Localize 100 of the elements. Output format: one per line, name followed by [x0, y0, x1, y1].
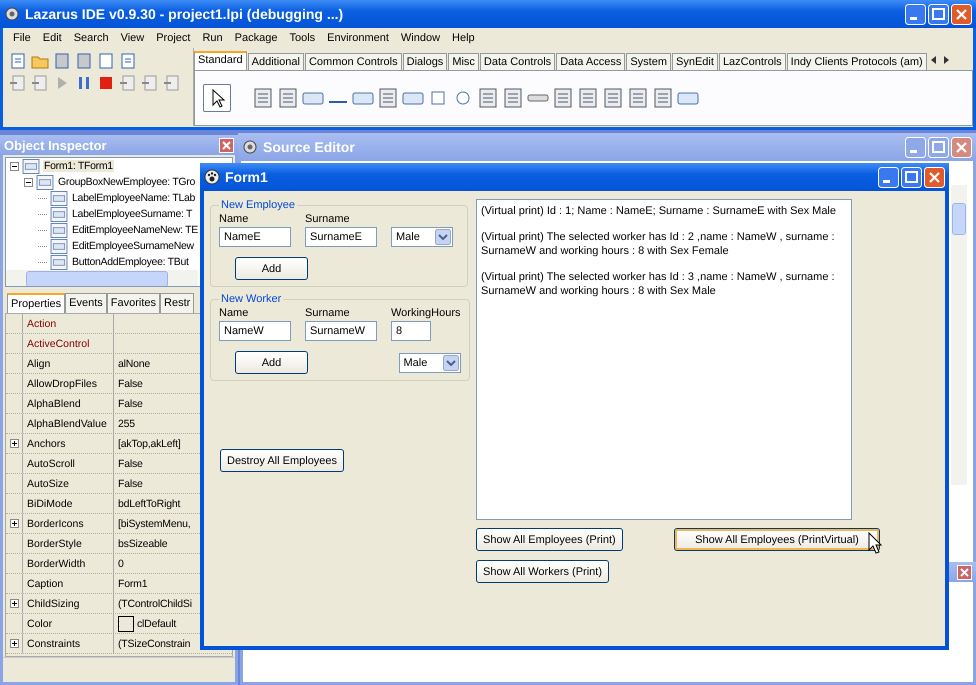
stop-icon[interactable]: [97, 74, 115, 92]
component-icon[interactable]: [577, 87, 599, 109]
component-icon[interactable]: [502, 87, 524, 109]
menu-item[interactable]: Tools: [283, 32, 322, 44]
palette-tab[interactable]: Standard: [194, 51, 247, 70]
show-button[interactable]: Show All Workers (Print): [476, 560, 609, 583]
document-icon[interactable]: [141, 74, 159, 92]
close-button[interactable]: [924, 166, 945, 188]
tree-item[interactable]: LabelEmployeeSurname: T: [71, 208, 194, 220]
palette-tab[interactable]: Data Controls: [480, 53, 556, 70]
menu-item[interactable]: Window: [394, 32, 446, 44]
name-field[interactable]: NameE: [219, 227, 291, 247]
group-title: New Worker: [220, 293, 282, 305]
collapse-icon[interactable]: [24, 178, 33, 186]
document-icon[interactable]: [97, 52, 115, 70]
menu-item[interactable]: File: [7, 32, 37, 44]
tree-item[interactable]: EditEmployeeNameNew: TE: [71, 224, 199, 236]
window-icon: [50, 222, 68, 238]
tree-item[interactable]: GroupBoxNewEmployee: TGro: [57, 176, 196, 188]
minimize-button[interactable]: [905, 4, 926, 24]
maximize-button[interactable]: [928, 4, 949, 24]
minimize-button[interactable]: [878, 166, 899, 188]
mouse-cursor-icon: [868, 532, 882, 554]
expand-icon[interactable]: [10, 519, 18, 528]
component-icon[interactable]: [477, 87, 499, 109]
inspector-tab[interactable]: Events: [65, 293, 107, 313]
scrollbar[interactable]: [951, 185, 967, 485]
component-icon[interactable]: [652, 87, 674, 109]
sex-dropdown[interactable]: Male: [398, 352, 460, 372]
property-value: clDefault: [137, 618, 176, 630]
component-icon[interactable]: [602, 87, 624, 109]
window-icon: [36, 174, 54, 190]
menu-item[interactable]: Search: [68, 32, 115, 44]
paw-icon: [204, 169, 220, 185]
cursor-icon[interactable]: [203, 84, 231, 112]
hours-field[interactable]: 8: [391, 321, 431, 341]
tree-item[interactable]: EditEmployeeSurnameNew: [71, 240, 195, 252]
component-icon[interactable]: [627, 87, 649, 109]
document-icon[interactable]: [9, 52, 27, 70]
menu-item[interactable]: Run: [196, 32, 229, 44]
surname-field[interactable]: SurnameE: [305, 227, 377, 247]
menu-item[interactable]: Help: [446, 32, 481, 44]
palette-tab[interactable]: Data Access: [556, 53, 626, 70]
property-name: Color: [27, 618, 52, 630]
property-name: AutoScroll: [27, 458, 75, 470]
field-label: WorkingHours: [391, 307, 460, 319]
palette-tab[interactable]: Misc: [448, 53, 479, 70]
palette-tab[interactable]: Dialogs: [402, 53, 448, 70]
component-icon[interactable]: [252, 87, 274, 109]
collapse-icon[interactable]: [10, 162, 19, 170]
property-name: Caption: [27, 578, 64, 590]
show-button[interactable]: Show All Employees (PrintVirtual): [674, 528, 880, 551]
show-button[interactable]: Show All Employees (Print): [476, 528, 623, 551]
document-icon[interactable]: [163, 74, 181, 92]
property-value: Form1: [118, 578, 148, 590]
window-icon: [50, 190, 68, 206]
component-icon[interactable]: [552, 87, 574, 109]
expand-icon[interactable]: [10, 599, 18, 608]
name-field[interactable]: NameW: [219, 321, 291, 341]
property-value: False: [118, 458, 143, 470]
property-value: (TSizeConstrain: [118, 638, 190, 650]
palette-tab[interactable]: SynEdit: [672, 53, 718, 70]
destroy-button[interactable]: Destroy All Employees: [220, 449, 344, 472]
document-icon[interactable]: [31, 74, 49, 92]
tree-item[interactable]: Form1: TForm1: [43, 160, 114, 172]
add-button[interactable]: Add: [235, 351, 308, 374]
palette-tab[interactable]: LazControls: [718, 53, 786, 70]
sex-dropdown[interactable]: Male: [391, 227, 453, 247]
tree-item[interactable]: ButtonAddEmployee: TBut: [71, 256, 190, 268]
menu-item[interactable]: Edit: [36, 32, 68, 44]
surname-field[interactable]: SurnameW: [305, 321, 377, 341]
output-text: (Virtual print) The selected worker has Id : 3 ,name : NameW , surname : SurnameW and working hours : 8 with Sex Male: [481, 270, 836, 298]
document-icon[interactable]: [119, 74, 137, 92]
inspector-tab[interactable]: Properties: [7, 293, 66, 313]
tree-item[interactable]: LabelEmployeeName: TLab: [71, 192, 196, 204]
document-icon[interactable]: [9, 74, 27, 92]
component-icon[interactable]: [377, 87, 399, 109]
palette-tab[interactable]: System: [626, 53, 672, 70]
palette-tab[interactable]: Common Controls: [304, 53, 402, 70]
inspector-tab[interactable]: Restr: [160, 293, 194, 313]
expand-icon[interactable]: [10, 639, 18, 648]
scrollbar[interactable]: [6, 270, 198, 286]
palette-tab[interactable]: Additional: [248, 53, 304, 70]
document-icon[interactable]: [119, 52, 137, 70]
property-name: Action: [27, 318, 56, 330]
palette-tab[interactable]: Indy Clients Protocols (am): [786, 53, 927, 70]
menu-item[interactable]: View: [114, 32, 150, 44]
window-icon: [50, 206, 68, 222]
maximize-button[interactable]: [901, 166, 922, 188]
inspector-tab[interactable]: Favorites: [106, 293, 160, 313]
add-button[interactable]: Add: [235, 257, 308, 280]
expand-icon[interactable]: [10, 439, 18, 448]
window-title: Object Inspector: [4, 138, 107, 152]
property-name: AlphaBlend: [27, 398, 81, 410]
menu-item[interactable]: Package: [228, 32, 284, 44]
component-icon[interactable]: [277, 87, 299, 109]
property-name: BorderIcons: [27, 518, 84, 530]
menu-item[interactable]: Environment: [321, 32, 395, 44]
close-button[interactable]: [951, 4, 972, 24]
menu-item[interactable]: Project: [150, 32, 196, 44]
